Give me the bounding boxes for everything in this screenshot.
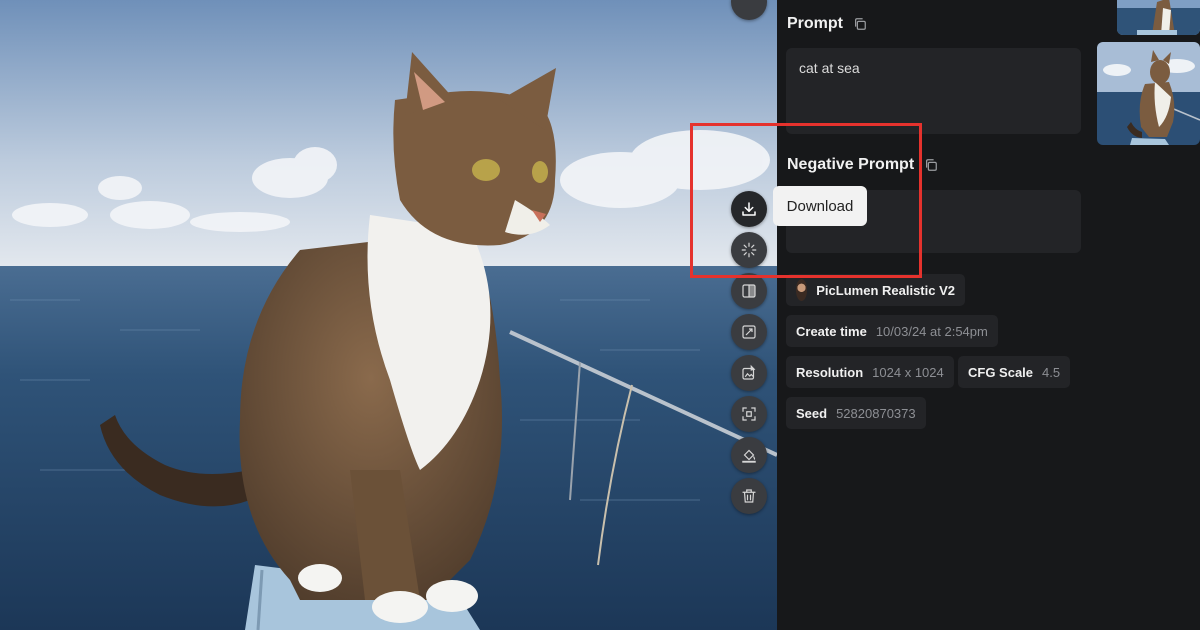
model-chip: PicLumen Realistic V2 — [786, 274, 965, 306]
prompt-heading: Prompt — [787, 15, 867, 33]
cfg-scale-value: 4.5 — [1042, 364, 1061, 380]
compare-button[interactable] — [731, 273, 767, 309]
copy-prompt-icon[interactable] — [853, 17, 867, 31]
image-details-panel: Prompt cat at sea Negative Prompt waterm… — [777, 0, 1200, 630]
cat-at-sea-image — [0, 0, 777, 630]
trash-icon — [742, 489, 756, 503]
download-tooltip: Download — [773, 186, 867, 226]
edit-image-button[interactable] — [731, 355, 767, 391]
create-time-chip: Create time 10/03/24 at 2:54pm — [786, 315, 998, 347]
expand-button[interactable] — [731, 396, 767, 432]
download-button[interactable] — [731, 191, 767, 227]
resolution-label: Resolution — [796, 364, 864, 380]
resolution-value: 1024 x 1024 — [872, 364, 944, 380]
color-fill-button[interactable] — [731, 437, 767, 473]
prompt-text: cat at sea — [799, 60, 860, 76]
prompt-box[interactable]: cat at sea — [786, 48, 1081, 134]
prompt-title: Prompt — [787, 15, 843, 32]
image-edit-icon — [742, 364, 756, 380]
loading-sparkle-icon — [741, 242, 757, 258]
create-time-value: 10/03/24 at 2:54pm — [875, 323, 988, 339]
model-avatar — [796, 279, 808, 301]
delete-button[interactable] — [731, 478, 767, 514]
expand-icon — [742, 407, 756, 421]
model-name: PicLumen Realistic V2 — [816, 282, 955, 298]
variation-button[interactable] — [731, 232, 767, 268]
cfg-scale-label: CFG Scale — [968, 364, 1034, 380]
create-time-label: Create time — [796, 323, 867, 339]
thumbnail-selected[interactable] — [1097, 42, 1200, 145]
thumbnail-selected-image — [1097, 42, 1200, 145]
upscale-button[interactable] — [731, 314, 767, 350]
download-icon — [742, 202, 756, 216]
seed-label: Seed — [796, 405, 828, 421]
negative-prompt-title: Negative Prompt — [787, 156, 915, 173]
resolution-chip: Resolution 1024 x 1024 — [786, 356, 954, 388]
generated-image — [0, 0, 777, 630]
negative-prompt-heading: Negative Prompt — [787, 156, 938, 174]
cfg-scale-chip: CFG Scale 4.5 — [958, 356, 1071, 388]
copy-negative-prompt-icon[interactable] — [924, 158, 938, 172]
seed-value: 52820870373 — [836, 405, 916, 421]
upscale-icon — [742, 325, 756, 339]
paint-bucket-icon — [742, 449, 756, 463]
seed-chip: Seed 52820870373 — [786, 397, 926, 429]
compare-icon — [742, 284, 756, 298]
thumbnail-previous[interactable] — [1117, 0, 1200, 35]
thumbnail-previous-image — [1117, 0, 1200, 35]
